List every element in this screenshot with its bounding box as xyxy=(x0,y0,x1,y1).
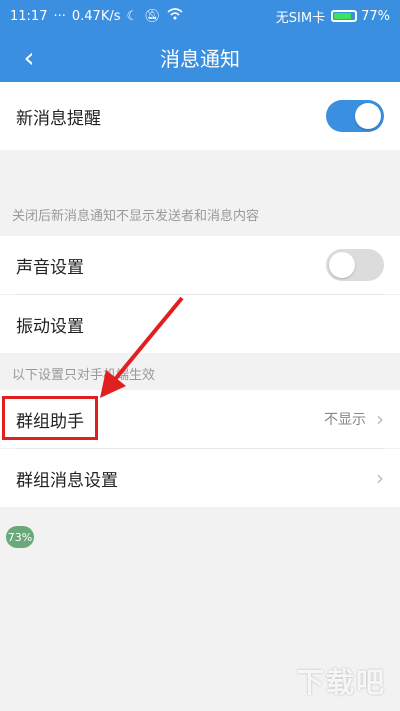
chevron-right-icon: › xyxy=(376,407,384,431)
setting-label: 振动设置 xyxy=(16,316,84,337)
network-speed: 0.47K/s xyxy=(71,8,121,24)
sim-status: 无SIM卡 xyxy=(275,10,326,26)
toggle-knob xyxy=(329,252,355,278)
status-bar: 11:17 ··· 0.47K/s ☾ 🔕︎ 无SIM卡 77% xyxy=(0,0,400,32)
status-left: 11:17 ··· 0.47K/s ☾ 🔕︎ xyxy=(10,8,183,24)
setting-group-messages[interactable]: 群组消息设置 › xyxy=(0,449,400,507)
setting-label: 新消息提醒 xyxy=(16,108,101,129)
battery-icon xyxy=(331,10,358,22)
setting-vibration[interactable]: 振动设置 xyxy=(0,295,400,353)
chevron-left-icon[interactable]: ‹ xyxy=(14,32,44,82)
setting-new-message-alert[interactable]: 新消息提醒 xyxy=(0,82,400,150)
battery-percent: 77% xyxy=(361,8,390,24)
sender-hint-text: 关闭后新消息通知不显示发送者和消息内容 xyxy=(12,209,260,224)
mute-icon: 🔕︎ xyxy=(144,8,161,24)
status-time: 11:17 xyxy=(10,8,48,24)
battery-indicator: 77% xyxy=(331,9,390,24)
battery-fill xyxy=(334,13,352,19)
wifi-icon xyxy=(167,8,183,24)
setting-value: 不显示 xyxy=(324,412,366,428)
toggle-knob xyxy=(355,103,381,129)
page-title: 消息通知 xyxy=(160,46,240,71)
status-dots: ··· xyxy=(53,8,66,24)
highlight-box xyxy=(2,396,98,440)
mobile-only-hint-text: 以下设置只对手机端生效 xyxy=(12,368,156,383)
moon-icon: ☾ xyxy=(126,8,139,24)
setting-label: 声音设置 xyxy=(16,257,84,278)
watermark-logo: 下载吧 xyxy=(295,666,386,699)
setting-label: 群组消息设置 xyxy=(16,470,118,491)
chevron-right-icon: › xyxy=(376,466,384,490)
new-message-toggle[interactable] xyxy=(326,100,384,132)
sound-toggle[interactable] xyxy=(326,249,384,281)
title-bar: ‹ 消息通知 xyxy=(0,32,400,82)
status-right: 无SIM卡 77% xyxy=(276,7,390,26)
floating-badge[interactable]: 73% xyxy=(6,526,34,548)
setting-sound[interactable]: 声音设置 xyxy=(0,236,400,294)
